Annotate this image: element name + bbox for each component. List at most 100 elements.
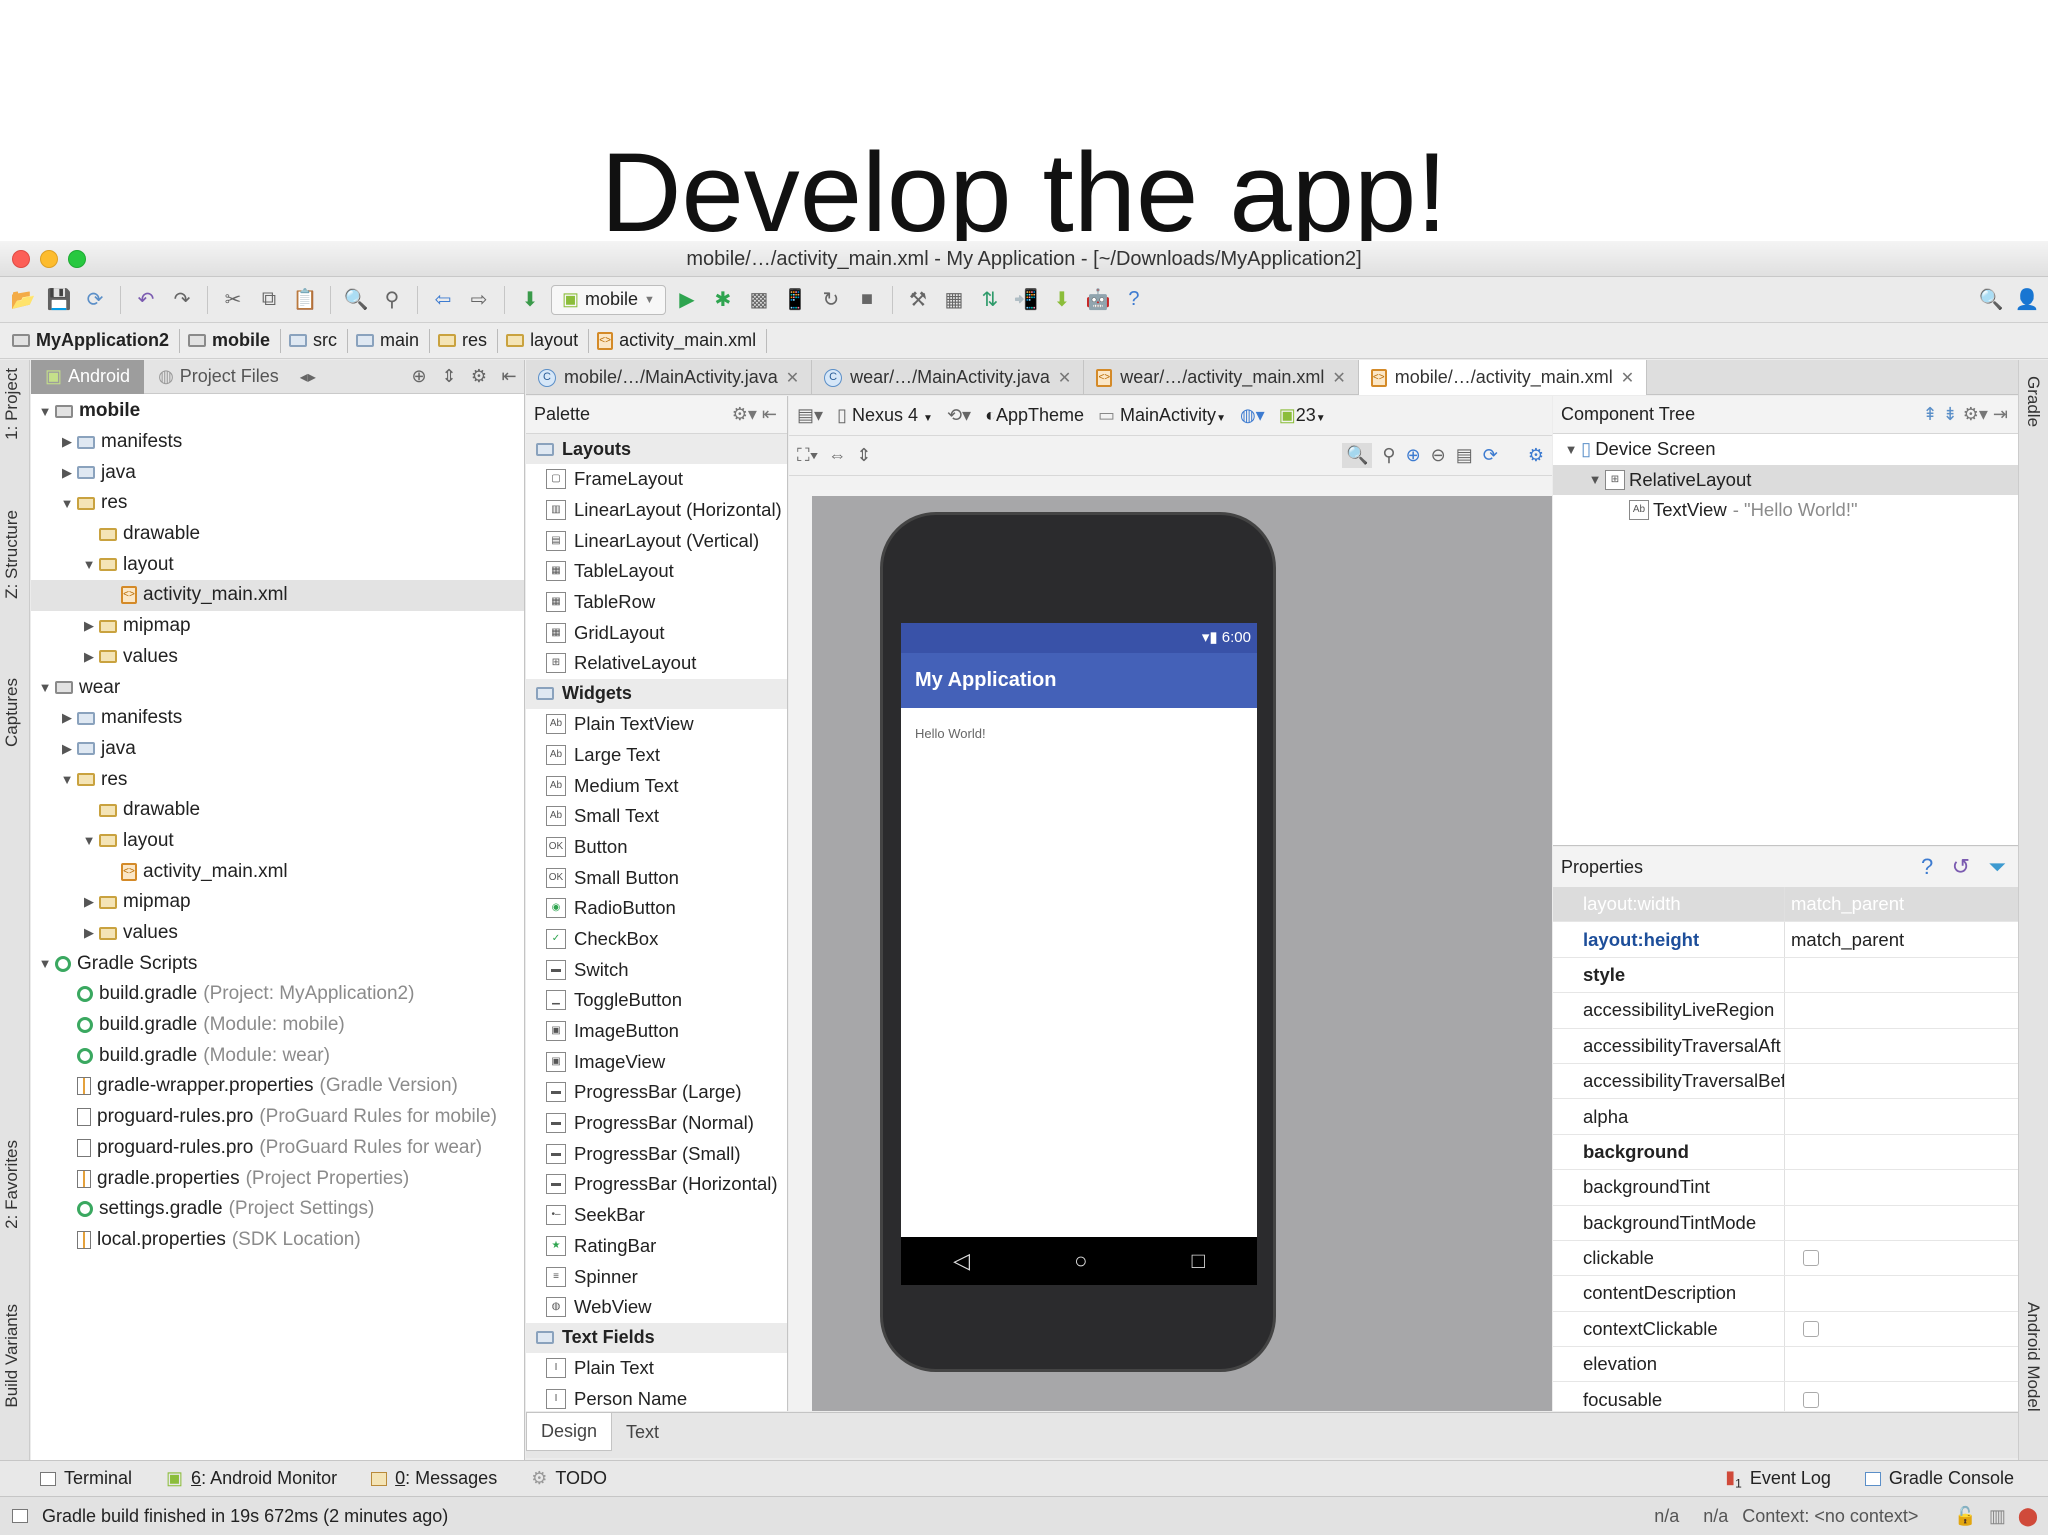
palette-item[interactable]: ▦ TableRow — [526, 587, 787, 618]
property-value[interactable] — [1785, 1029, 2018, 1063]
filter-icon[interactable]: ⏷ — [1988, 854, 2006, 879]
orientation-icon[interactable]: ⟲▾ — [947, 405, 971, 426]
tree-item[interactable]: ▼ res — [31, 488, 524, 519]
property-row[interactable]: layout:width match_parent — [1553, 887, 2018, 923]
stop-icon[interactable]: ■ — [852, 285, 882, 315]
palette-item[interactable]: Ab Small Text — [526, 801, 787, 832]
component-tree-node[interactable]: ▼ ⊞ RelativeLayout — [1553, 464, 2018, 495]
palette-item[interactable]: ▁ ToggleButton — [526, 985, 787, 1016]
editor-tab[interactable]: <> mobile/…/activity_main.xml ✕ — [1358, 360, 1648, 395]
breadcrumb-item[interactable]: MyApplication2 — [12, 328, 181, 353]
property-value[interactable]: match_parent — [1785, 922, 2018, 956]
property-value[interactable] — [1785, 1206, 2018, 1240]
property-row[interactable]: backgroundTint — [1553, 1170, 2018, 1206]
palette-item[interactable]: ▬ ProgressBar (Horizontal) — [526, 1169, 787, 1200]
tree-expand-arrow-icon[interactable]: ▼ — [35, 680, 55, 695]
editor-tab[interactable]: Cmobile/…/MainActivity.java ✕ — [526, 360, 813, 395]
property-row[interactable]: accessibilityTraversalBef — [1553, 1063, 2018, 1100]
gradle-tool-tab[interactable]: Gradle — [2023, 376, 2043, 427]
tree-item[interactable]: ▼ layout — [31, 549, 524, 580]
component-tree-node[interactable]: ▼ ▯ Device Screen — [1553, 434, 2018, 465]
attach-debugger-icon[interactable]: 📱 — [780, 285, 810, 315]
property-row[interactable]: style — [1553, 957, 2018, 994]
design-tab[interactable]: Design — [526, 1413, 613, 1451]
make-project-icon[interactable]: ⬇ — [515, 285, 545, 315]
rerun-icon[interactable]: ↻ — [816, 285, 846, 315]
property-value[interactable] — [1785, 1276, 2018, 1310]
property-row[interactable]: background — [1553, 1134, 2018, 1171]
preview-icon[interactable]: ▤ — [1456, 445, 1473, 466]
undo-icon[interactable]: ↶ — [131, 285, 161, 315]
event-log-tool-button[interactable]: ▮1 Event Log — [1725, 1467, 1831, 1491]
settings-gear-icon[interactable]: ⚙ — [464, 362, 494, 392]
gradle-sync-icon[interactable]: ⇅ — [975, 285, 1005, 315]
tree-item[interactable]: ▶ values — [31, 918, 524, 949]
property-row[interactable]: clickable — [1553, 1240, 2018, 1277]
palette-item[interactable]: ▣ ImageButton — [526, 1016, 787, 1047]
text-tab[interactable]: Text — [612, 1413, 673, 1451]
api-level-dropdown[interactable]: ▣23▼ — [1279, 405, 1326, 426]
palette-item[interactable]: ▬ ProgressBar (Normal) — [526, 1108, 787, 1139]
project-structure-icon[interactable]: ⚒ — [903, 285, 933, 315]
paste-icon[interactable]: 📋 — [290, 285, 320, 315]
property-value[interactable] — [1785, 1135, 2018, 1169]
tree-item[interactable]: ▼ res — [31, 764, 524, 795]
palette-item[interactable]: •– SeekBar — [526, 1200, 787, 1231]
breadcrumb-item[interactable]: layout — [506, 328, 590, 353]
phone-screen[interactable]: ▾▮ 6:00 My Application Hello World! — [901, 623, 1257, 1237]
sdk-manager-icon[interactable]: ▦ — [939, 285, 969, 315]
expand-collapse-icon[interactable]: ◂▸ — [293, 362, 323, 392]
settings-gear-icon[interactable]: ⚙▾ — [732, 404, 757, 424]
project-files-tab[interactable]: ◍ Project Files — [144, 360, 293, 394]
palette-group-header[interactable]: Layouts — [526, 434, 787, 464]
palette-item[interactable]: ▬ ProgressBar (Small) — [526, 1138, 787, 1169]
palette-group-header[interactable]: Widgets — [526, 678, 787, 709]
close-icon[interactable]: ✕ — [1621, 368, 1634, 388]
palette-item[interactable]: Ab Medium Text — [526, 770, 787, 801]
component-tree-node[interactable]: Ab TextView - "Hello World!" — [1553, 495, 2018, 526]
device-dropdown[interactable]: ▯ Nexus 4 ▼ — [837, 405, 933, 426]
tree-expand-arrow-icon[interactable]: ▼ — [57, 496, 77, 511]
collapse-all-icon[interactable]: ⇟ — [1943, 404, 1958, 424]
minimize-window-button[interactable] — [40, 250, 58, 268]
restore-default-icon[interactable]: ↺ — [1952, 854, 1970, 879]
palette-item[interactable]: ▤ LinearLayout (Vertical) — [526, 525, 787, 556]
sync-icon[interactable]: ⟳ — [80, 285, 110, 315]
editor-tab[interactable]: <> wear/…/activity_main.xml ✕ — [1084, 360, 1359, 395]
collapse-all-icon[interactable]: ⇕ — [434, 362, 464, 392]
zoom-best-fit-icon[interactable]: ⚲ — [1382, 445, 1395, 466]
tree-expand-arrow-icon[interactable]: ▼ — [1561, 442, 1581, 457]
property-value[interactable] — [1785, 958, 2018, 992]
palette-item[interactable]: OK Small Button — [526, 862, 787, 893]
settings-gear-icon[interactable]: ⚙▾ — [1963, 404, 1988, 424]
tree-item[interactable]: build.gradle (Module: mobile) — [31, 1010, 524, 1041]
tree-item[interactable]: ▶ java — [31, 734, 524, 765]
user-icon[interactable]: 👤 — [2012, 285, 2042, 315]
breadcrumb-item[interactable]: <> activity_main.xml — [597, 328, 768, 353]
property-checkbox[interactable] — [1803, 1391, 1819, 1408]
tree-expand-arrow-icon[interactable]: ▶ — [79, 925, 99, 941]
project-tool-tab[interactable]: 1: Project — [2, 368, 22, 440]
property-value[interactable] — [1785, 1382, 2018, 1411]
settings-gear-icon[interactable]: ⚙ — [1528, 445, 1544, 466]
property-row[interactable]: contextClickable — [1553, 1311, 2018, 1348]
replace-icon[interactable]: ⚲ — [377, 285, 407, 315]
scroll-from-source-icon[interactable]: ⊕ — [404, 362, 434, 392]
zoom-actual-icon[interactable]: 🔍 — [1341, 443, 1373, 468]
gradle-console-tool-button[interactable]: Gradle Console — [1864, 1468, 2014, 1489]
tree-item[interactable]: <> activity_main.xml — [31, 580, 524, 611]
lock-icon[interactable]: 🔓 — [1954, 1506, 1976, 1527]
hide-panel-icon[interactable]: ⇤ — [762, 404, 777, 424]
property-checkbox[interactable] — [1803, 1320, 1819, 1337]
close-icon[interactable]: ✕ — [1332, 368, 1345, 388]
help-icon[interactable]: ? — [1921, 854, 1933, 879]
property-value[interactable] — [1785, 1170, 2018, 1204]
property-value[interactable] — [1785, 1241, 2018, 1275]
tree-item[interactable]: ▼ Gradle Scripts — [31, 948, 524, 979]
close-window-button[interactable] — [12, 250, 30, 268]
hide-panel-icon[interactable]: ⇥ — [1993, 404, 2008, 424]
expand-horizontal-icon[interactable]: ⇔ — [828, 445, 846, 466]
tree-item[interactable]: ▶ values — [31, 642, 524, 673]
tree-item[interactable]: settings.gradle (Project Settings) — [31, 1194, 524, 1225]
run-config-dropdown[interactable]: ▣ mobile ▼ — [551, 284, 666, 315]
